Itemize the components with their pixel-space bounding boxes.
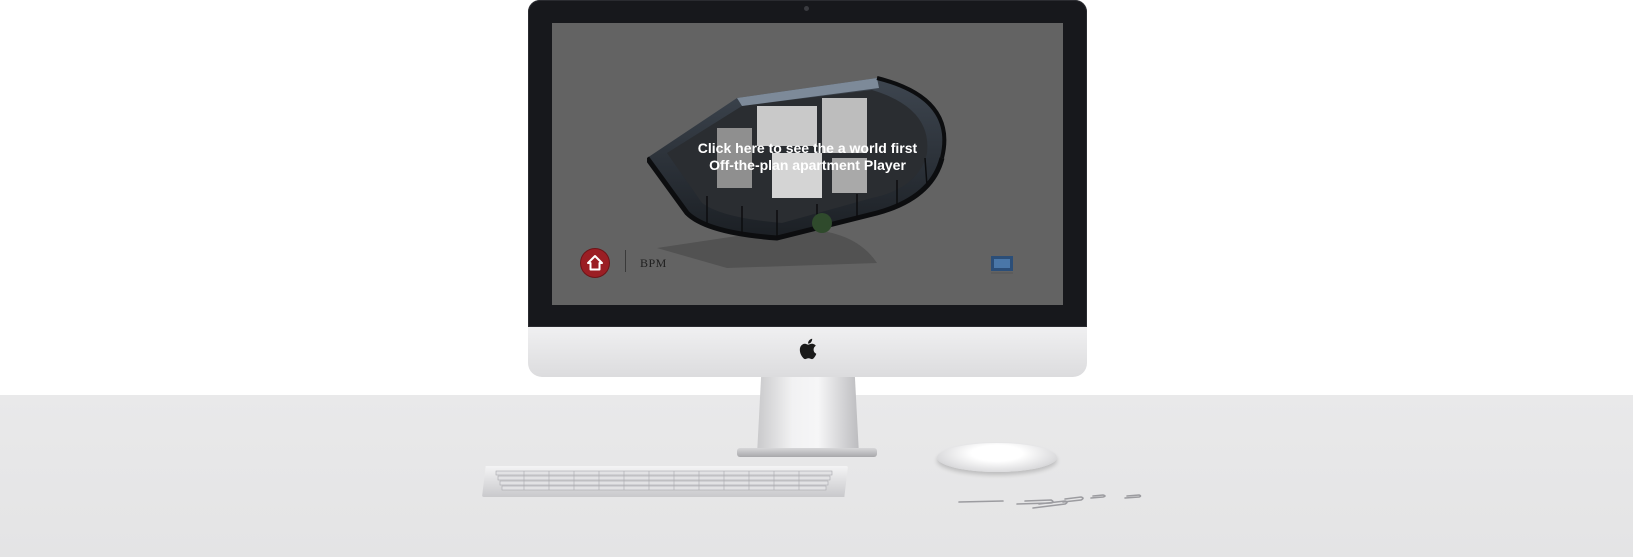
mouse-image — [937, 443, 1057, 472]
monitor-stand-foot — [737, 448, 877, 457]
house-icon — [587, 255, 603, 271]
monitor-stand — [757, 377, 859, 455]
cta-line-2: Off-the-plan apartment Player — [709, 157, 906, 173]
paperclips-image — [958, 494, 1142, 509]
camera-dot — [804, 6, 809, 11]
apple-icon — [799, 338, 817, 360]
player-badge-icon[interactable] — [990, 255, 1014, 275]
monitor-chin — [528, 327, 1087, 377]
imac-monitor: Click here to see the a world first Off-… — [528, 0, 1087, 377]
apartment-player-screen[interactable]: Click here to see the a world first Off-… — [552, 23, 1063, 305]
brand-logo-text: BPM — [640, 256, 667, 270]
player-cta-text[interactable]: Click here to see the a world first Off-… — [552, 140, 1063, 174]
screen-bezel: Click here to see the a world first Off-… — [528, 0, 1087, 327]
logo-divider — [625, 250, 626, 272]
cta-line-1: Click here to see the a world first — [697, 140, 918, 156]
keyboard-image — [482, 466, 848, 497]
home-button[interactable] — [581, 249, 609, 277]
keyboard-keys — [495, 470, 833, 491]
